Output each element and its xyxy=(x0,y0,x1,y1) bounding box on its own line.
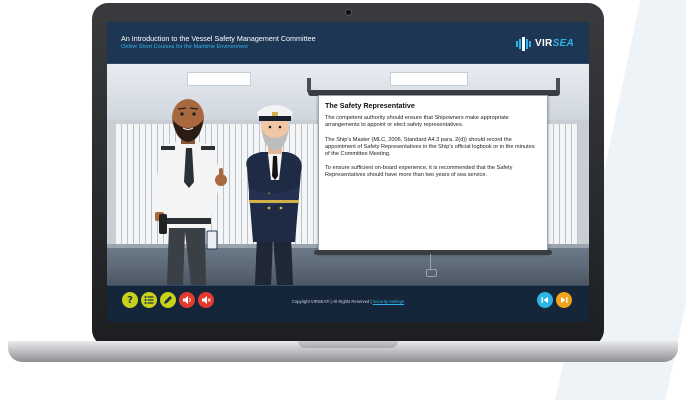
slide-scene: The Safety Representative The competent … xyxy=(107,64,589,285)
laptop-notch xyxy=(298,341,398,348)
projector-screen: The Safety Representative The competent … xyxy=(318,95,548,254)
laptop-base xyxy=(8,341,678,362)
previous-button[interactable] xyxy=(537,292,553,308)
virsea-logo-icon xyxy=(516,37,531,51)
course-subtitle: Online Short Courses for the Maritime En… xyxy=(121,44,248,50)
characters-illustration xyxy=(155,99,302,285)
skip-forward-icon xyxy=(561,297,568,303)
pull-cord-handle xyxy=(426,269,437,277)
copyright-bar: Copyright VIRSEA® | All Rights Reserved … xyxy=(107,299,589,304)
copyright-text: Copyright VIRSEA® | All Rights Reserved … xyxy=(291,299,372,304)
next-button[interactable] xyxy=(556,292,572,308)
course-footer: ? Copyright VIRSEA® | All Rights Reserve… xyxy=(107,285,589,322)
course-title: An Introduction to the Vessel Safety Man… xyxy=(121,34,316,43)
security-settings-link[interactable]: Security Settings xyxy=(373,299,404,304)
slide-paragraph: The Ship's Master (MLC, 2006, Standard A… xyxy=(325,136,535,158)
course-screen: An Introduction to the Vessel Safety Man… xyxy=(107,22,589,322)
camera-icon xyxy=(345,9,352,16)
ceiling-light xyxy=(390,72,468,86)
logo-text: VIRSEA xyxy=(535,38,574,49)
skip-back-icon xyxy=(541,297,548,303)
slide-paragraph: The competent authority should ensure th… xyxy=(325,115,509,129)
projector-screen-bar xyxy=(314,250,552,255)
slide-heading: The Safety Representative xyxy=(325,101,415,110)
officer-figure xyxy=(155,99,227,285)
slide-paragraph: To ensure sufficient on-board experience… xyxy=(325,165,513,179)
pull-cord xyxy=(430,254,431,270)
captain-figure xyxy=(246,105,302,285)
logo-text-main: VIR xyxy=(535,38,553,49)
logo-text-accent: SEA xyxy=(552,38,575,49)
course-header: An Introduction to the Vessel Safety Man… xyxy=(107,22,589,64)
slide-content: The Safety Representative The competent … xyxy=(325,102,539,187)
